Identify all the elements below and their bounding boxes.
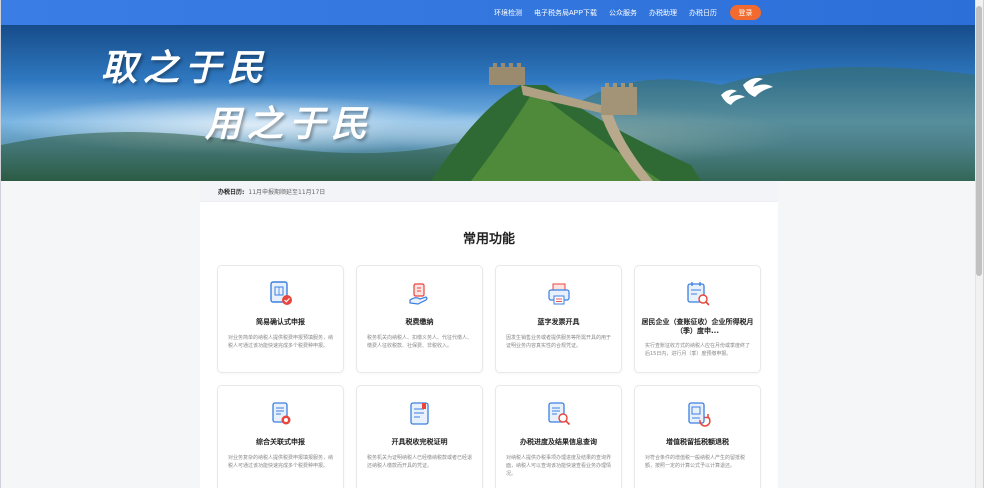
card-description: 实行查账征收方式的纳税人应在月份或季度终了后15日内，进行月（季）度预缴申报。: [645, 343, 751, 357]
top-navigation-bar: 环境检测 电子税务局APP下载 公众服务 办税助理 办税日历 登录: [1, 0, 977, 25]
card-description: 对纳税人提供办税事项办理进度及结果的查询界面，纳税人可以查询该功能快速查看业务办…: [506, 455, 612, 477]
banner-slogan-line1: 取之于民: [101, 47, 270, 89]
banner-slogan-line2: 用之于民: [205, 103, 374, 145]
card-title: 简易确认式申报: [256, 318, 305, 326]
printer-invoice-icon: [547, 283, 570, 305]
card-comprehensive-filing[interactable]: 综合关联式申报 对业务复杂的纳税人提供税费申报填报服务，纳税人可通过该功能快速完…: [217, 385, 344, 488]
hero-banner: 取之于民 用之于民: [1, 25, 977, 181]
simple-document-check-icon: [269, 281, 292, 305]
tax-payment-hand-icon: [408, 283, 428, 305]
card-invoice-issue[interactable]: 蓝字发票开具 因发生销售业务或者提供服务等所需开具的用于证明业务内容真实性的合规…: [495, 265, 622, 373]
card-title: 蓝字发票开具: [537, 318, 580, 326]
main-content: 常用功能 简易确认式申报 对业务简单的纳税人提供税费申报预填服务，纳税人可通过该…: [200, 202, 778, 488]
card-description: 税务机关向纳税人、扣缴义务人、代征代缴人、缴费人征收税款、社保费、非税收入。: [367, 335, 473, 349]
scrollbar-thumb[interactable]: [976, 6, 982, 276]
nav-item-tax-calendar[interactable]: 办税日历: [689, 8, 717, 18]
card-description: 因发生销售业务或者提供服务等所需开具的用于证明业务内容真实性的合规凭证。: [506, 335, 612, 349]
nav-item-environment-check[interactable]: 环境检测: [494, 8, 522, 18]
login-button[interactable]: 登录: [730, 5, 761, 20]
card-tax-certificate[interactable]: 开具税收完税证明 税务机关为证明纳税人已经缴纳税款或者已经退还纳税人缴款而开具的…: [356, 385, 483, 488]
nav-item-tax-assistant[interactable]: 办税助理: [649, 8, 677, 18]
calendar-text[interactable]: 11月申报期顺延至11月17日: [248, 187, 325, 196]
card-title: 税费缴纳: [405, 318, 434, 326]
tax-refund-document-icon: [687, 402, 711, 427]
card-description: 对业务简单的纳税人提供税费申报预填服务，纳税人可通过该功能快速完成多个税费种申报…: [228, 335, 334, 349]
certificate-document-icon: [409, 402, 429, 425]
vertical-scrollbar[interactable]: [975, 0, 983, 488]
card-title: 办税进度及结果信息查询: [520, 438, 597, 446]
card-tax-payment[interactable]: 税费缴纳 税务机关向纳税人、扣缴义务人、代征代缴人、缴费人征收税款、社保费、非税…: [356, 265, 483, 373]
card-description: 对符合条件的增值税一般纳税人产生的留抵税额，按照一定的计算公式予以计算退还。: [645, 455, 746, 469]
document-search-icon: [547, 402, 570, 426]
card-simple-confirm-filing[interactable]: 简易确认式申报 对业务简单的纳税人提供税费申报预填服务，纳税人可通过该功能快速完…: [217, 265, 344, 373]
card-title: 综合关联式申报: [256, 438, 305, 446]
card-vat-refund[interactable]: 增值税留抵税额退税 对符合条件的增值税一般纳税人产生的留抵税额，按照一定的计算公…: [634, 385, 761, 488]
calendar-label: 办税日历:: [218, 188, 245, 196]
nav-menu: 环境检测 电子税务局APP下载 公众服务 办税助理 办税日历: [494, 0, 717, 25]
section-title: 常用功能: [462, 232, 515, 247]
card-enterprise-income-tax[interactable]: 居民企业（查账征收）企业所得税月（季）度申... 实行查账征收方式的纳税人应在月…: [634, 265, 761, 373]
card-description: 税务机关为证明纳税人已经缴纳税款或者已经退还纳税人缴款而开具的凭证。: [367, 455, 473, 469]
nav-item-public-service[interactable]: 公众服务: [609, 8, 637, 18]
card-description: 对业务复杂的纳税人提供税费申报填报服务，纳税人可通过该功能快速完成多个税费种申报…: [228, 455, 334, 469]
card-progress-query[interactable]: 办税进度及结果信息查询 对纳税人提供办税事项办理进度及结果的查询界面，纳税人可以…: [495, 385, 622, 488]
document-seal-icon: [271, 402, 290, 425]
card-title: 增值税留抵税额退税: [666, 438, 729, 446]
card-title: 开具税收完税证明: [391, 438, 448, 446]
calendar-search-icon: [686, 282, 710, 306]
page: 环境检测 电子税务局APP下载 公众服务 办税助理 办税日历 登录 取之于民 用…: [0, 0, 984, 488]
card-title: 居民企业（查账征收）企业所得税月（季）度申...: [641, 318, 754, 335]
nav-item-app-download[interactable]: 电子税务局APP下载: [534, 8, 597, 18]
tax-calendar-notice: 办税日历: 11月申报期顺延至11月17日: [200, 181, 778, 202]
